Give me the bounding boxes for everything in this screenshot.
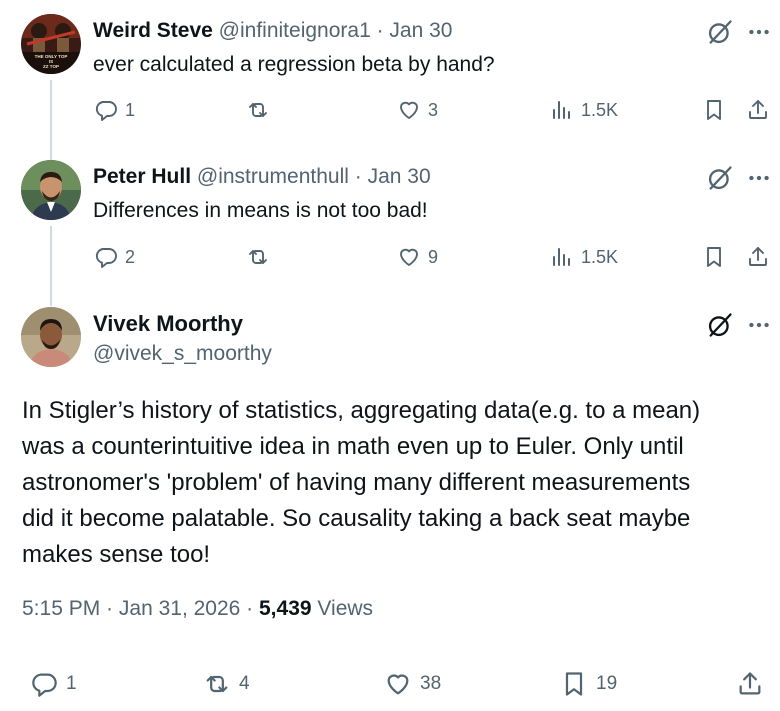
reply-icon [32,673,57,697]
avatar[interactable]: THE ONLY TOP IS ZZ TOP [21,14,81,74]
retweet-icon [206,675,228,693]
share-button[interactable] [746,245,770,269]
reply-button[interactable]: 2 [94,245,135,269]
retweet-button[interactable] [246,98,277,122]
views-icon [553,248,570,266]
avatar-image: THE ONLY TOP IS ZZ TOP [21,14,81,74]
reply-button[interactable]: 1 [30,670,77,698]
retweet-icon [249,103,267,117]
author-name[interactable]: Vivek Moorthy [93,311,243,337]
avatar-image [21,160,81,220]
reply-text: ever calculated a regression beta by han… [93,53,495,76]
post-text-line: astronomer's 'problem' of having many di… [22,469,691,496]
author-handle[interactable]: @infiniteignora1 [219,19,371,42]
like-button[interactable]: 9 [397,245,438,269]
share-button[interactable] [746,98,770,122]
retweet-count: 4 [239,673,250,694]
separator: · [348,165,368,188]
views-button[interactable]: 1.5K [550,245,618,269]
post-text-line: did it become palatable. So causality ta… [22,505,691,532]
grok-icon[interactable] [706,311,734,339]
avatar[interactable] [21,307,81,367]
views-label: Views [311,597,374,620]
post-time[interactable]: 5:15 PM [22,597,100,620]
reply-icon [95,101,117,121]
separator: · [370,19,390,42]
bookmark-icon [707,247,721,267]
like-count: 3 [428,99,439,120]
more-icon[interactable] [746,312,772,338]
post-timestamp: 5:15 PM · Jan 31, 2026 · 5,439 Views [22,596,373,622]
grok-icon[interactable] [706,18,734,46]
reply-count: 2 [125,246,136,267]
more-icon[interactable] [746,165,772,191]
bookmark-count: 19 [596,673,618,694]
author-handle[interactable]: @instrumenthull [197,165,349,188]
views-button[interactable]: 1.5K [550,98,618,122]
reply-count: 1 [125,99,136,120]
post-text: In Stigler’s history of statistics, aggr… [22,393,762,573]
separator: · [240,597,259,620]
views-count[interactable]: 5,439 [259,597,312,620]
author-handle[interactable]: @vivek_s_moorthy [93,341,272,367]
separator: · [100,597,119,620]
bookmark-icon [707,100,721,120]
avatar[interactable] [21,160,81,220]
post-text-line: was a counterintuitive idea in math even… [22,433,684,460]
bookmark-button[interactable] [702,245,726,269]
bookmark-button[interactable]: 19 [560,670,617,698]
post-date[interactable]: Jan 30 [368,165,431,188]
author-name[interactable]: Peter Hull [93,165,191,188]
bookmark-icon [565,672,583,696]
like-button[interactable]: 38 [384,670,441,698]
like-icon [387,674,409,695]
post-date[interactable]: Jan 30 [389,19,452,42]
reply-header: Peter Hull @instrumenthull · Jan 30 [93,164,431,190]
retweet-icon [249,250,267,264]
like-count: 9 [428,246,439,267]
like-button[interactable]: 3 [397,98,438,122]
avatar-caption: ZZ TOP [43,64,59,69]
retweet-button[interactable] [246,245,277,269]
post-text-line: makes sense too! [22,541,211,568]
share-button[interactable] [736,670,764,698]
share-icon [749,100,767,119]
post-date[interactable]: Jan 31, 2026 [119,597,240,620]
grok-icon[interactable] [706,164,734,192]
share-icon [739,672,761,695]
reply-icon [95,248,117,268]
author-name[interactable]: Weird Steve [93,19,213,42]
reply-button[interactable]: 1 [94,98,135,122]
thread-line [50,80,52,160]
views-icon [553,101,570,119]
share-icon [749,247,767,266]
reply-text: Differences in means is not too bad! [93,199,428,222]
like-icon [400,101,418,119]
post-text-line: In Stigler’s history of statistics, aggr… [22,397,701,424]
like-icon [400,248,418,266]
avatar-image [21,307,81,367]
reply-count: 1 [66,673,77,694]
reply-header: Weird Steve @infiniteignora1 · Jan 30 [93,18,452,44]
more-icon[interactable] [746,19,772,45]
like-count: 38 [420,673,442,694]
retweet-button[interactable]: 4 [203,670,250,698]
thread-line [50,226,52,306]
view-count: 1.5K [581,246,619,267]
bookmark-button[interactable] [702,98,726,122]
view-count: 1.5K [581,99,619,120]
